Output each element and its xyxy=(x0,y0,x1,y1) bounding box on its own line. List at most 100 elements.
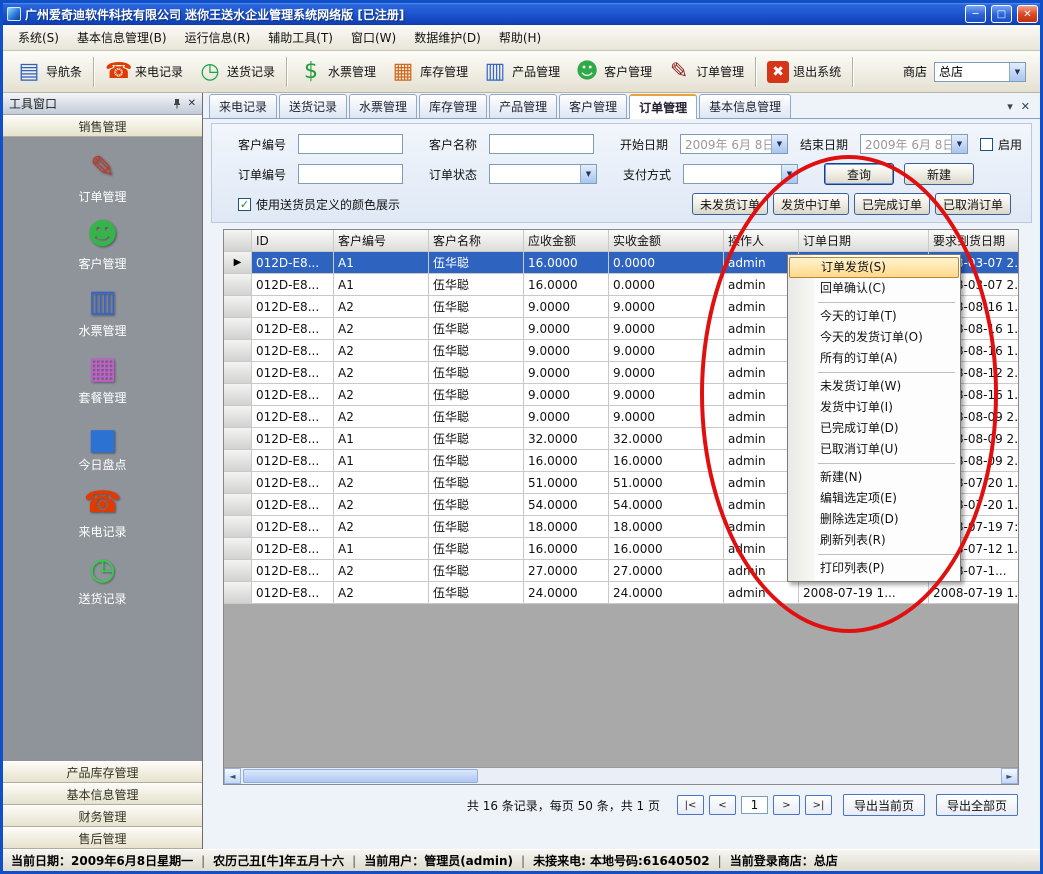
order-no-input[interactable] xyxy=(298,164,403,184)
grid-cell[interactable]: 9.0000 xyxy=(609,384,724,406)
first-page-button[interactable]: |< xyxy=(677,795,704,815)
grid-cell[interactable]: 012D-E8... xyxy=(252,560,334,582)
order-status-select[interactable]: ▼ xyxy=(489,164,597,184)
store-select[interactable]: 总店▼ xyxy=(934,62,1026,82)
column-header[interactable]: 要求到货日期 xyxy=(929,230,1019,252)
grid-cell[interactable]: 27.0000 xyxy=(609,560,724,582)
water-ticket-button[interactable]: $水票管理 xyxy=(291,56,383,88)
context-menu-item[interactable]: 发货中订单(I) xyxy=(789,397,959,418)
scroll-left-icon[interactable]: ◄ xyxy=(224,768,241,784)
grid-cell[interactable]: 9.0000 xyxy=(524,384,609,406)
close-tool-window-icon[interactable]: ✕ xyxy=(188,98,196,109)
grid-cell[interactable]: 32.0000 xyxy=(609,428,724,450)
context-menu-item[interactable]: 新建(N) xyxy=(789,467,959,488)
grid-cell[interactable]: 9.0000 xyxy=(609,296,724,318)
column-header[interactable]: 客户编号 xyxy=(334,230,429,252)
grid-cell[interactable]: A2 xyxy=(334,494,429,516)
grid-cell[interactable]: A1 xyxy=(334,274,429,296)
grid-cell[interactable]: 27.0000 xyxy=(524,560,609,582)
horizontal-scrollbar[interactable]: ◄ ► xyxy=(224,767,1018,784)
grid-cell[interactable]: 伍华聪 xyxy=(429,560,524,582)
grid-cell[interactable]: A2 xyxy=(334,472,429,494)
prev-page-button[interactable]: < xyxy=(709,795,736,815)
row-selector-cell[interactable] xyxy=(224,428,252,450)
export-all-pages-button[interactable]: 导出全部页 xyxy=(936,794,1018,816)
query-button[interactable]: 查询 xyxy=(824,163,894,185)
grid-cell[interactable]: 2008-07-19 1... xyxy=(929,582,1019,604)
context-menu-item[interactable]: 订单发货(S) xyxy=(789,257,959,278)
row-selector-cell[interactable] xyxy=(224,472,252,494)
grid-cell[interactable]: A2 xyxy=(334,362,429,384)
table-row[interactable]: 012D-E8...A2伍华聪24.000024.0000admin2008-0… xyxy=(224,582,1019,604)
grid-cell[interactable]: 51.0000 xyxy=(609,472,724,494)
last-page-button[interactable]: >| xyxy=(805,795,832,815)
context-menu-item[interactable]: 刷新列表(R) xyxy=(789,530,959,551)
grid-cell[interactable]: 012D-E8... xyxy=(252,318,334,340)
grid-cell[interactable]: A2 xyxy=(334,318,429,340)
grid-cell[interactable]: 9.0000 xyxy=(524,318,609,340)
grid-cell[interactable]: 伍华聪 xyxy=(429,362,524,384)
sidebar-section-product-inventory-mgmt[interactable]: 产品库存管理 xyxy=(3,761,202,783)
grid-cell[interactable]: 9.0000 xyxy=(609,318,724,340)
grid-cell[interactable]: 012D-E8... xyxy=(252,406,334,428)
customer-name-input[interactable] xyxy=(489,134,594,154)
column-header[interactable]: 客户名称 xyxy=(429,230,524,252)
grid-cell[interactable]: 54.0000 xyxy=(524,494,609,516)
grid-cell[interactable]: 16.0000 xyxy=(524,274,609,296)
page-number-input[interactable]: 1 xyxy=(741,796,768,814)
product-button[interactable]: ▥产品管理 xyxy=(475,56,567,88)
grid-cell[interactable]: 32.0000 xyxy=(524,428,609,450)
grid-cell[interactable]: 2008-07-19 1... xyxy=(799,582,929,604)
context-menu-item[interactable]: 删除选定项(D) xyxy=(789,509,959,530)
grid-cell[interactable]: 012D-E8... xyxy=(252,472,334,494)
column-header[interactable]: 操作人 xyxy=(724,230,799,252)
grid-cell[interactable]: 伍华聪 xyxy=(429,494,524,516)
unshipped-orders-button[interactable]: 未发货订单 xyxy=(692,193,768,215)
grid-cell[interactable]: 18.0000 xyxy=(609,516,724,538)
context-menu-item[interactable]: 编辑选定项(E) xyxy=(789,488,959,509)
row-selector-cell[interactable] xyxy=(224,340,252,362)
grid-cell[interactable]: 18.0000 xyxy=(524,516,609,538)
grid-cell[interactable]: 9.0000 xyxy=(609,362,724,384)
grid-cell[interactable]: 012D-E8... xyxy=(252,450,334,472)
grid-cell[interactable]: A2 xyxy=(334,296,429,318)
scroll-right-icon[interactable]: ► xyxy=(1001,768,1018,784)
grid-cell[interactable]: 012D-E8... xyxy=(252,274,334,296)
grid-cell[interactable]: 16.0000 xyxy=(609,450,724,472)
menubar-item-window[interactable]: 窗口(W) xyxy=(342,26,405,49)
sidebar-item-combo-mgmt[interactable]: ▦套餐管理 xyxy=(78,352,126,406)
row-selector-cell[interactable] xyxy=(224,384,252,406)
tab-客户管理[interactable]: 客户管理 xyxy=(559,94,627,118)
grid-cell[interactable]: admin xyxy=(724,582,799,604)
grid-cell[interactable]: A2 xyxy=(334,384,429,406)
grid-cell[interactable]: 012D-E8... xyxy=(252,340,334,362)
delivery-records-button[interactable]: ◷送货记录 xyxy=(190,56,282,88)
grid-cell[interactable]: A2 xyxy=(334,406,429,428)
grid-cell[interactable]: 9.0000 xyxy=(524,340,609,362)
grid-cell[interactable]: 16.0000 xyxy=(524,538,609,560)
end-date-select[interactable]: 2009年 6月 8日 ▼ xyxy=(860,134,968,154)
context-menu-item[interactable]: 今天的发货订单(O) xyxy=(789,327,959,348)
column-header[interactable]: 订单日期 xyxy=(799,230,929,252)
row-selector-cell[interactable] xyxy=(224,560,252,582)
row-selector-cell[interactable] xyxy=(224,318,252,340)
tab-送货记录[interactable]: 送货记录 xyxy=(279,94,347,118)
tab-订单管理[interactable]: 订单管理 xyxy=(629,94,697,119)
grid-cell[interactable]: A2 xyxy=(334,516,429,538)
menubar-item-run-info[interactable]: 运行信息(R) xyxy=(176,26,260,49)
grid-cell[interactable]: A1 xyxy=(334,450,429,472)
context-menu-item[interactable]: 所有的订单(A) xyxy=(789,348,959,369)
grid-cell[interactable]: 012D-E8... xyxy=(252,494,334,516)
shipping-orders-button[interactable]: 发货中订单 xyxy=(773,193,849,215)
grid-cell[interactable]: 16.0000 xyxy=(609,538,724,560)
tab-产品管理[interactable]: 产品管理 xyxy=(489,94,557,118)
sidebar-section-finance-mgmt[interactable]: 财务管理 xyxy=(3,805,202,827)
context-menu-item[interactable]: 已取消订单(U) xyxy=(789,439,959,460)
context-menu-item[interactable]: 回单确认(C) xyxy=(789,278,959,299)
grid-cell[interactable]: 9.0000 xyxy=(609,406,724,428)
start-date-select[interactable]: 2009年 6月 8日 ▼ xyxy=(680,134,788,154)
chevron-down-icon[interactable]: ▾ xyxy=(1007,100,1013,113)
pay-method-select[interactable]: ▼ xyxy=(683,164,798,184)
menubar-item-help[interactable]: 帮助(H) xyxy=(490,26,550,49)
row-selector-cell[interactable] xyxy=(224,362,252,384)
